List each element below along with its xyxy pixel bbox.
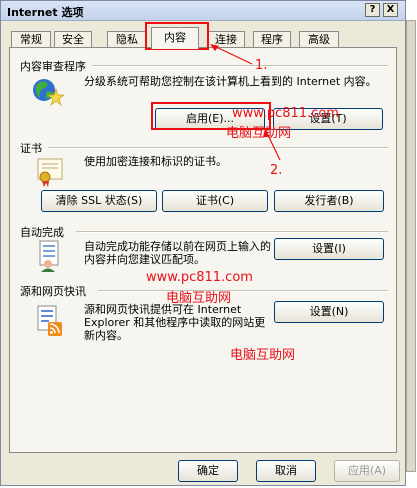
autocomplete-form-icon: [39, 240, 59, 272]
separator: [98, 290, 388, 292]
tab-advanced[interactable]: 高级: [299, 31, 339, 48]
tab-security[interactable]: 安全: [54, 31, 92, 48]
vertical-scrollbar[interactable]: [406, 0, 417, 488]
tab-content[interactable]: 内容: [151, 27, 199, 49]
section-label-content-advisor: 内容审查程序: [20, 60, 86, 73]
separator: [92, 65, 388, 67]
watermark-name: 电脑互助网: [230, 348, 296, 363]
publishers-button[interactable]: 发行者(B): [274, 190, 384, 212]
title-bar: Internet 选项 ? X: [1, 1, 405, 21]
rss-feed-icon: [37, 305, 62, 336]
step-1-label: 1.: [255, 58, 268, 73]
feeds-settings-button[interactable]: 设置(N): [274, 301, 384, 323]
step-2-label: 2.: [270, 163, 283, 178]
watermark-name: 电脑互助网: [226, 126, 292, 141]
watermark-name: 电脑互助网: [166, 291, 232, 306]
certificate-icon: [37, 158, 63, 187]
separator: [48, 147, 388, 149]
close-button[interactable]: X: [383, 3, 398, 17]
watermark-url: www.pc811.com: [232, 106, 339, 121]
clear-ssl-state-button[interactable]: 清除 SSL 状态(S): [41, 190, 157, 212]
autocomplete-settings-button[interactable]: 设置(I): [274, 238, 384, 260]
globe-star-icon: [33, 79, 64, 107]
ok-button[interactable]: 确定: [178, 460, 238, 482]
tab-privacy[interactable]: 隐私: [107, 31, 147, 48]
tab-general[interactable]: 常规: [11, 31, 51, 48]
tab-connections[interactable]: 连接: [207, 31, 245, 48]
cancel-button[interactable]: 取消: [256, 460, 316, 482]
content-advisor-description: 分级系统可帮助您控制在该计算机上看到的 Internet 内容。: [84, 75, 377, 88]
internet-options-dialog: Internet 选项 ? X 常规 安全 隐私 内容 连接 程序 高级 内容审…: [0, 0, 406, 486]
apply-button: 应用(A): [334, 460, 400, 482]
tab-programs[interactable]: 程序: [253, 31, 291, 48]
help-button[interactable]: ?: [365, 3, 380, 17]
certificates-button[interactable]: 证书(C): [162, 190, 268, 212]
window-title: Internet 选项: [7, 6, 84, 19]
feeds-description: 源和网页快讯提供可在 Internet Explorer 和其他程序中读取的网站…: [84, 303, 266, 342]
scrollbar-thumb[interactable]: [406, 20, 416, 472]
autocomplete-description: 自动完成功能存储以前在网页上输入的内容并向您建议匹配项。: [84, 240, 271, 266]
certificates-description: 使用加密连接和标识的证书。: [84, 155, 227, 168]
watermark-url: www.pc811.com: [146, 270, 253, 285]
separator: [76, 231, 388, 233]
section-label-feeds: 源和网页快讯: [20, 285, 86, 298]
